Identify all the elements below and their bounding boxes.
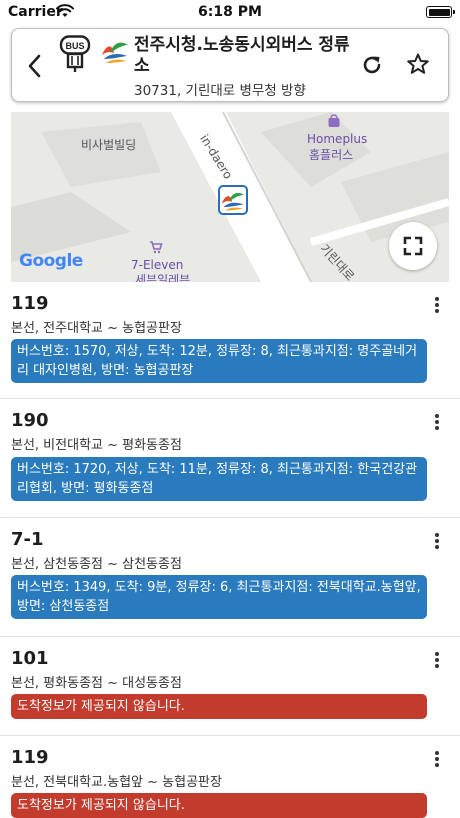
map-view[interactable]: 비사벌빌딩 in-daero Homeplus 홈플러스 7-Eleven 세븐… [11,112,449,282]
route-description: 분선, 전북대학교.농협앞 ~ 농협공판장 [11,775,222,790]
bus-badge-text: BUS [65,41,84,51]
bus-list-item[interactable]: 101 본선, 평화동종점 ~ 대성동종점 도착정보가 제공되지 않습니다. [0,648,460,736]
status-bar: Carrier 6:18 PM [0,0,460,26]
arrival-info: 버스번호: 1720, 저상, 도착: 11분, 정류장: 8, 최근통과지점:… [11,457,427,501]
bus-list-item[interactable]: 119 본선, 전주대학교 ~ 농협공판장 버스번호: 1570, 저상, 도착… [0,293,460,399]
map-label-7eleven-sub: 세븐일레븐 [135,273,191,282]
arrival-info: 버스번호: 1570, 저상, 도착: 12분, 정류장: 8, 최근통과지점:… [11,339,427,383]
route-description: 본선, 비전대학교 ~ 평화동종점 [11,438,182,453]
clock: 6:18 PM [198,4,262,20]
map-label-homeplus-ko: 홈플러스 [309,148,354,162]
more-vertical-icon[interactable] [430,749,444,769]
map-label-homeplus-en: Homeplus [307,132,368,146]
bus-stop-icon: BUS [59,35,91,72]
stop-header: BUS 전주시청.노송동시외버스 정류소 30731, 기린대로 병무청 방향 [11,28,449,102]
favorite-star-button[interactable] [406,52,430,76]
route-description: 본선, 전주대학교 ~ 농협공판장 [11,321,182,336]
google-logo: Google [19,251,83,271]
refresh-button[interactable] [360,53,384,77]
route-number: 119 [11,747,49,768]
route-number: 190 [11,410,49,431]
route-description: 본선, 평화동종점 ~ 대성동종점 [11,676,182,691]
shopping-bag-icon [328,114,340,127]
arrival-info: 버스번호: 1349, 도착: 9분, 정류장: 6, 최근통과지점: 전북대학… [11,575,427,619]
stop-title: 전주시청.노송동시외버스 정류소 [134,35,350,76]
more-vertical-icon[interactable] [430,531,444,551]
fullscreen-icon [403,236,423,256]
route-number: 7-1 [11,529,44,550]
bus-list-item[interactable]: 7-1 본선, 삼천동종점 ~ 삼천동종점 버스번호: 1349, 도착: 9분… [0,529,460,637]
shopping-cart-icon [150,241,163,254]
battery-icon [426,6,455,18]
fullscreen-button[interactable] [389,222,437,270]
route-description: 본선, 삼천동종점 ~ 삼천동종점 [11,557,182,572]
more-vertical-icon[interactable] [430,295,444,315]
bus-list-item[interactable]: 119 분선, 전북대학교.농협앞 ~ 농협공판장 도착정보가 제공되지 않습니… [0,747,460,818]
route-number: 119 [11,293,49,314]
back-button[interactable] [24,53,46,79]
map-label-7eleven: 7-Eleven [131,258,184,272]
map-label-building: 비사벌빌딩 [81,138,137,152]
more-vertical-icon[interactable] [430,650,444,670]
stop-marker[interactable] [218,185,248,215]
stop-subtitle: 30731, 기린대로 병무청 방향 [134,83,306,99]
more-vertical-icon[interactable] [430,412,444,432]
arrival-info: 도착정보가 제공되지 않습니다. [11,694,427,719]
arrival-info: 도착정보가 제공되지 않습니다. [11,793,427,818]
jeonju-logo-icon [102,42,128,63]
route-number: 101 [11,648,49,669]
jeonju-marker-logo-icon [221,192,245,211]
bus-list-item[interactable]: 190 본선, 비전대학교 ~ 평화동종점 버스번호: 1720, 저상, 도착… [0,410,460,518]
